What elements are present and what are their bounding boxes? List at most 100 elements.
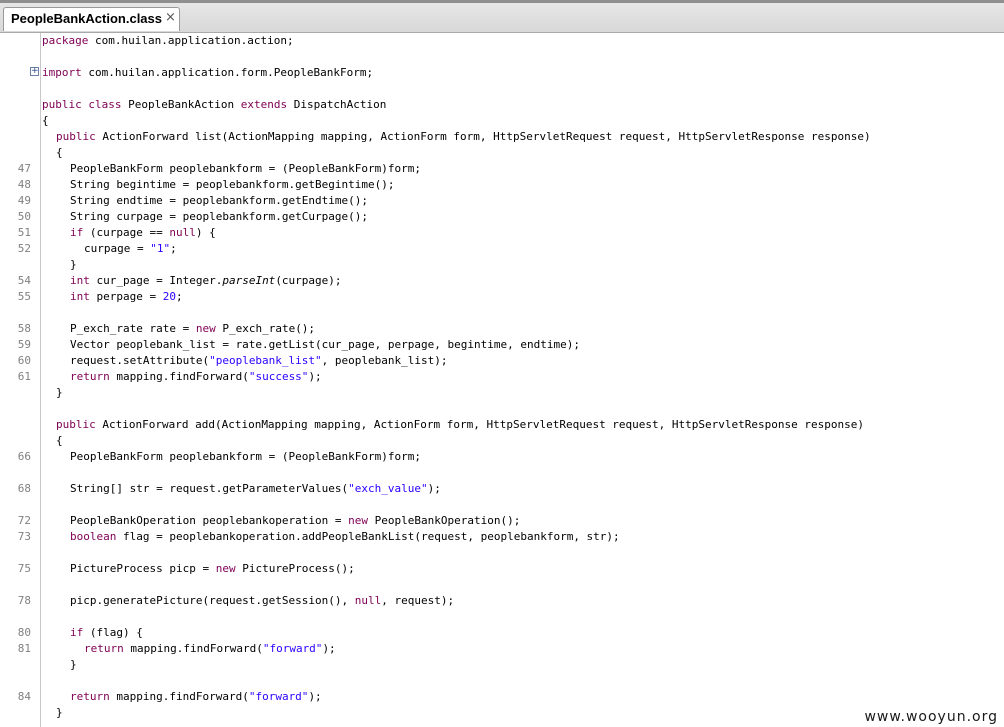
code-token: (flag) { [83, 626, 143, 639]
code-line: 59 Vector peoplebank_list = rate.getList(… [0, 337, 1004, 353]
code-editor[interactable]: package com.huilan.application.action; + i… [0, 33, 1004, 727]
code-token: { [42, 114, 49, 127]
code-text: String endtime = peoplebankform.getEndti… [70, 193, 368, 209]
line-number: 72 [17, 514, 31, 527]
code-line: { [0, 145, 1004, 161]
code-token: String[] str = request.getParameterValue… [70, 482, 349, 495]
code-text: int cur_page = Integer.parseInt(curpage)… [70, 273, 342, 289]
code-token: String begintime = peoplebankform.getBeg… [70, 178, 395, 191]
code-line: 78 picp.generatePicture(request.getSessio… [0, 593, 1004, 609]
code-text: public ActionForward list(ActionMapping … [56, 129, 871, 145]
code-token: Vector peoplebank_list = rate.getList(cu… [70, 338, 580, 351]
code-line: 47 PeopleBankForm peoplebankform = (Peopl… [0, 161, 1004, 177]
line-number: 55 [17, 290, 31, 303]
keyword-token: if [70, 226, 84, 239]
expand-fold-icon[interactable]: + [30, 67, 39, 76]
keyword-token: int [70, 274, 90, 287]
keyword-token: null [169, 226, 196, 239]
keyword-token: boolean [70, 530, 117, 543]
code-token: curpage = [84, 242, 151, 255]
code-token: String endtime = peoplebankform.getEndti… [70, 194, 369, 207]
code-token: P_exch_rate(); [215, 322, 316, 335]
code-text: PeopleBankForm peoplebankform = (PeopleB… [70, 161, 421, 177]
code-token: P_exch_rate rate = [70, 322, 196, 335]
code-token: } [56, 706, 63, 719]
line-number: 51 [17, 226, 31, 239]
code-line: 68 String[] str = request.getParameterVal… [0, 481, 1004, 497]
watermark: www.wooyun.org [864, 709, 998, 725]
literal-token: "forward" [262, 642, 323, 655]
code-token: ); [427, 482, 441, 495]
code-token: PeopleBankOperation peoplebankoperation … [70, 514, 349, 527]
code-text: String curpage = peoplebankform.getCurpa… [70, 209, 368, 225]
line-number: 73 [17, 530, 31, 543]
keyword-token: return [70, 690, 110, 703]
code-token: ); [308, 690, 322, 703]
code-text: return mapping.findForward("forward"); [70, 689, 322, 705]
code-line: 66 PeopleBankForm peoplebankform = (Peopl… [0, 449, 1004, 465]
keyword-token: new [195, 322, 216, 335]
code-text: package com.huilan.application.action; [42, 33, 294, 49]
close-icon[interactable]: × [165, 11, 176, 25]
line-number: 49 [17, 194, 31, 207]
code-token: ; [175, 290, 183, 303]
literal-token: "exch_value" [348, 482, 428, 495]
code-token: picp.generatePicture(request.getSession(… [70, 594, 355, 607]
tab-label: PeopleBankAction.class [11, 11, 162, 26]
keyword-token: public [56, 130, 96, 143]
code-token: ) { [195, 226, 216, 239]
code-line: 60 request.setAttribute("peoplebank_list"… [0, 353, 1004, 369]
code-token: PeopleBankForm peoplebankform = (PeopleB… [70, 450, 421, 463]
line-number: 75 [17, 562, 31, 575]
code-token: parseInt [222, 274, 276, 287]
line-number: 52 [17, 242, 31, 255]
code-line: } [0, 385, 1004, 401]
code-line: 58 P_exch_rate rate = new P_exch_rate(); [0, 321, 1004, 337]
code-token: cur_page = Integer. [89, 274, 223, 287]
code-line: 50 String curpage = peoplebankform.getCur… [0, 209, 1004, 225]
code-line: + import com.huilan.application.form.Peop… [0, 65, 1004, 81]
line-number: 84 [17, 690, 31, 703]
code-line: } [0, 257, 1004, 273]
line-number: 47 [17, 162, 31, 175]
code-line: 75 PictureProcess picp = new PictureProce… [0, 561, 1004, 577]
literal-token: "1" [150, 242, 171, 255]
code-line: { [0, 433, 1004, 449]
line-number: 58 [17, 322, 31, 335]
code-token: { [56, 434, 63, 447]
literal-token: 20 [162, 290, 176, 303]
line-number: 66 [17, 450, 31, 463]
tab-peoplebankaction[interactable]: PeopleBankAction.class × [3, 7, 180, 31]
code-line: package com.huilan.application.action; [0, 33, 1004, 49]
code-token: ActionForward list(ActionMapping mapping… [95, 130, 871, 143]
code-line: 73 boolean flag = peoplebankoperation.add… [0, 529, 1004, 545]
code-text: String begintime = peoplebankform.getBeg… [70, 177, 395, 193]
code-token: mapping.findForward( [109, 690, 249, 703]
code-text: } [56, 705, 63, 721]
code-token: com.huilan.application.action; [88, 34, 294, 47]
code-text: import com.huilan.application.form.Peopl… [42, 65, 373, 81]
keyword-token: new [348, 514, 369, 527]
code-token: , request); [381, 594, 455, 607]
code-text: } [56, 385, 63, 401]
code-token: PictureProcess picp = [70, 562, 216, 575]
code-token: flag = peoplebankoperation.addPeopleBank… [116, 530, 620, 543]
code-token: , peoplebank_list); [321, 354, 448, 367]
code-token: ); [322, 642, 336, 655]
code-line: 80 if (flag) { [0, 625, 1004, 641]
keyword-token: if [70, 626, 84, 639]
code-token: } [70, 258, 77, 271]
code-text: public class PeopleBankAction extends Di… [42, 97, 386, 113]
code-text: PictureProcess picp = new PictureProcess… [70, 561, 355, 577]
code-line: 55 int perpage = 20; [0, 289, 1004, 305]
code-token: { [56, 146, 63, 159]
code-line: } [0, 657, 1004, 673]
code-text: PeopleBankOperation peoplebankoperation … [70, 513, 520, 529]
